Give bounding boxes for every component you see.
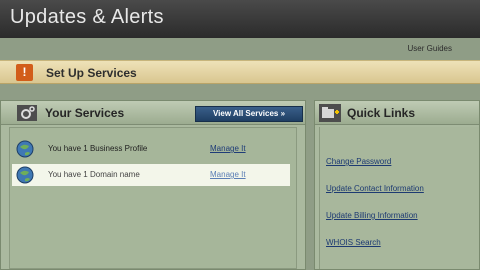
quick-links-header: Quick Links — [315, 101, 479, 125]
quick-links-list: Change Password Update Contact Informati… — [319, 127, 479, 269]
globe-icon — [16, 166, 34, 184]
your-services-header: Your Services View All Services » — [1, 101, 305, 125]
whois-search-link[interactable]: WHOIS Search — [326, 238, 381, 247]
change-password-link[interactable]: Change Password — [326, 157, 391, 166]
service-row-business-profile: You have 1 Business Profile Manage It — [12, 138, 290, 160]
your-services-title: Your Services — [45, 106, 125, 120]
your-services-panel: Your Services View All Services » You ha… — [0, 100, 306, 270]
manage-domain-name-link[interactable]: Manage It — [210, 170, 246, 179]
exclamation-icon: ! — [16, 64, 33, 81]
quick-links-panel: Quick Links Change Password Update Conta… — [314, 100, 480, 270]
setup-services-bar[interactable]: ! Set Up Services — [0, 60, 480, 84]
service-row-domain-name: You have 1 Domain name Manage It — [12, 164, 290, 186]
update-contact-information-link[interactable]: Update Contact Information — [326, 184, 424, 193]
update-billing-information-link[interactable]: Update Billing Information — [326, 211, 418, 220]
manage-business-profile-link[interactable]: Manage It — [210, 144, 246, 153]
user-guides-link[interactable]: User Guides — [408, 44, 452, 53]
services-list: You have 1 Business Profile Manage It Yo… — [9, 127, 297, 269]
gear-icon — [17, 105, 37, 121]
page-title: Updates & Alerts — [10, 6, 164, 28]
top-header-bar: Updates & Alerts — [0, 0, 480, 38]
add-folder-icon — [319, 104, 341, 122]
quick-links-title: Quick Links — [347, 106, 416, 120]
globe-icon — [16, 140, 34, 158]
setup-services-label: Set Up Services — [46, 66, 137, 80]
service-text: You have 1 Business Profile — [48, 144, 148, 153]
service-text: You have 1 Domain name — [48, 170, 140, 179]
view-all-services-button[interactable]: View All Services » — [195, 106, 303, 122]
